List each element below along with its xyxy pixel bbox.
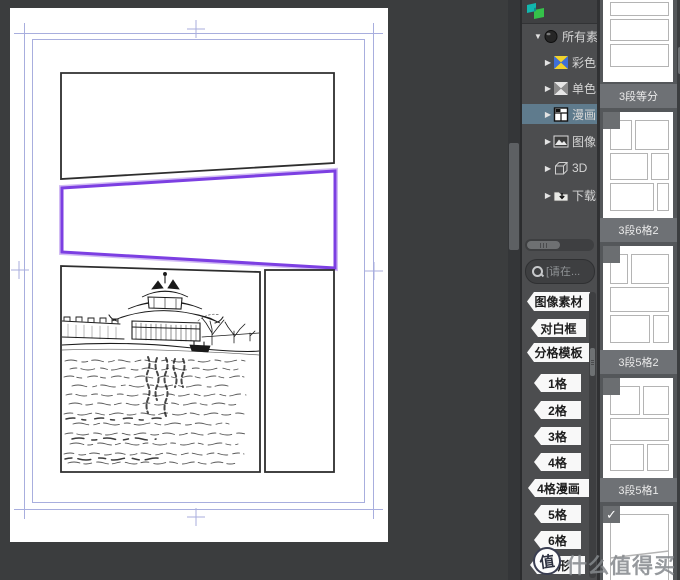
tree-item-label: 3D xyxy=(572,161,588,175)
tags-vertical-scrollbar[interactable] xyxy=(589,292,596,578)
thumb-panel-cell xyxy=(610,44,669,67)
thumb-panel-cell xyxy=(657,183,669,211)
expand-closed-icon[interactable]: ▶ xyxy=(543,110,553,119)
tree-item-label: 单色 xyxy=(572,81,597,96)
canvas-vertical-scrollbar-thumb[interactable] xyxy=(509,143,519,250)
tag-button-cloud-shape[interactable]: 云形 xyxy=(530,556,585,574)
search-input[interactable] xyxy=(546,265,590,278)
tag-button-speech-balloon[interactable]: 对白框 xyxy=(531,319,586,337)
search-box xyxy=(525,259,595,284)
template-list: 3段等分 3段6格2 3段5格2 3段5格1 ✓ xyxy=(597,0,680,580)
all-materials-icon xyxy=(544,29,558,43)
expand-closed-icon[interactable]: ▶ xyxy=(543,84,553,93)
expand-open-icon[interactable]: ▼ xyxy=(533,32,543,41)
materials-palette: ▼ 所有素材 ▶ 彩色 ▶ 单色 ▶ 漫画 ▶ 图像 ▶ 3D ▶ 下载 [请在… xyxy=(520,0,618,580)
tag-button-4-panel[interactable]: 4格 xyxy=(534,453,581,471)
expand-closed-icon[interactable]: ▶ xyxy=(543,137,553,146)
tree-horizontal-scrollbar-thumb[interactable] xyxy=(527,241,560,249)
comic-panels-icon xyxy=(553,106,569,122)
thumb-panel-cell xyxy=(610,19,669,41)
image-icon xyxy=(553,135,569,147)
color-pinwheel-icon xyxy=(554,55,568,69)
thumb-panel-cell xyxy=(643,386,669,415)
tree-item-label: 图像 xyxy=(572,134,597,149)
tag-button-1-panel[interactable]: 1格 xyxy=(534,374,581,392)
tag-button-6-panel[interactable]: 6格 xyxy=(534,531,581,549)
thumb-panel-cell xyxy=(610,315,650,343)
cube-3d-icon xyxy=(555,161,569,174)
template-label: 3段等分 xyxy=(600,84,677,108)
thumb-panel-cell xyxy=(610,287,669,312)
tag-button-4-panel-comic[interactable]: 4格漫画 xyxy=(528,479,589,497)
mono-pinwheel-icon xyxy=(554,81,568,95)
thumb-panel-cell xyxy=(651,153,669,180)
thumb-slanted-divider xyxy=(610,550,669,559)
template-checkbox[interactable] xyxy=(603,112,620,129)
clip-studio-logo-icon xyxy=(527,3,544,19)
panel-frame-bottom-right[interactable] xyxy=(264,269,335,473)
tag-button-3-panel[interactable]: 3格 xyxy=(534,427,581,445)
download-folder-icon xyxy=(553,191,569,201)
template-label: 3段6格2 xyxy=(600,218,677,242)
thumb-panel-cell xyxy=(647,444,669,471)
palette-header xyxy=(522,0,597,24)
expand-closed-icon[interactable]: ▶ xyxy=(543,58,553,67)
template-card-3-rows-equal[interactable] xyxy=(603,0,673,82)
canvas-vertical-scrollbar[interactable] xyxy=(508,0,520,580)
tree-horizontal-scrollbar[interactable] xyxy=(525,239,594,251)
tag-button-panel-template[interactable]: 分格模板 xyxy=(527,343,590,362)
thumb-panel-cell xyxy=(610,183,654,211)
expand-closed-icon[interactable]: ▶ xyxy=(543,191,553,200)
expand-closed-icon[interactable]: ▶ xyxy=(543,164,553,173)
app-window: ▼ 所有素材 ▶ 彩色 ▶ 单色 ▶ 漫画 ▶ 图像 ▶ 3D ▶ 下载 [请在… xyxy=(0,0,680,580)
thumb-panel-cell xyxy=(631,254,669,284)
tag-button-2-panel[interactable]: 2格 xyxy=(534,401,581,419)
thumb-panel-cell xyxy=(610,444,644,471)
canvas-area xyxy=(0,0,508,580)
tree-item-all-materials[interactable]: ▼ 所有素材 xyxy=(522,26,608,46)
tree-item-label: 漫画 xyxy=(572,107,597,122)
template-checkbox[interactable] xyxy=(603,246,620,263)
template-checkbox[interactable] xyxy=(603,378,620,395)
panel-frame-selected[interactable] xyxy=(59,167,338,272)
tags-vertical-scrollbar-thumb[interactable] xyxy=(590,348,595,376)
tree-item-label: 下载 xyxy=(572,188,597,203)
template-checkbox-checked[interactable]: ✓ xyxy=(603,506,620,523)
thumb-panel-cell xyxy=(635,120,669,150)
search-icon xyxy=(532,266,543,277)
thumb-panel-cell xyxy=(610,2,669,16)
document-page[interactable] xyxy=(10,8,388,542)
tree-item-label: 彩色 xyxy=(572,55,597,70)
tag-button-5-panel[interactable]: 5格 xyxy=(534,505,581,523)
thumb-panel-cell xyxy=(610,153,648,180)
thumb-panel-cell xyxy=(653,315,669,343)
tag-button-image-material[interactable]: 图像素材 xyxy=(527,292,590,311)
template-label: 3段5格1 xyxy=(600,478,677,502)
panel-frame-top[interactable] xyxy=(60,72,335,180)
template-label: 3段5格2 xyxy=(600,350,677,374)
thumb-panel-cell xyxy=(610,418,669,441)
